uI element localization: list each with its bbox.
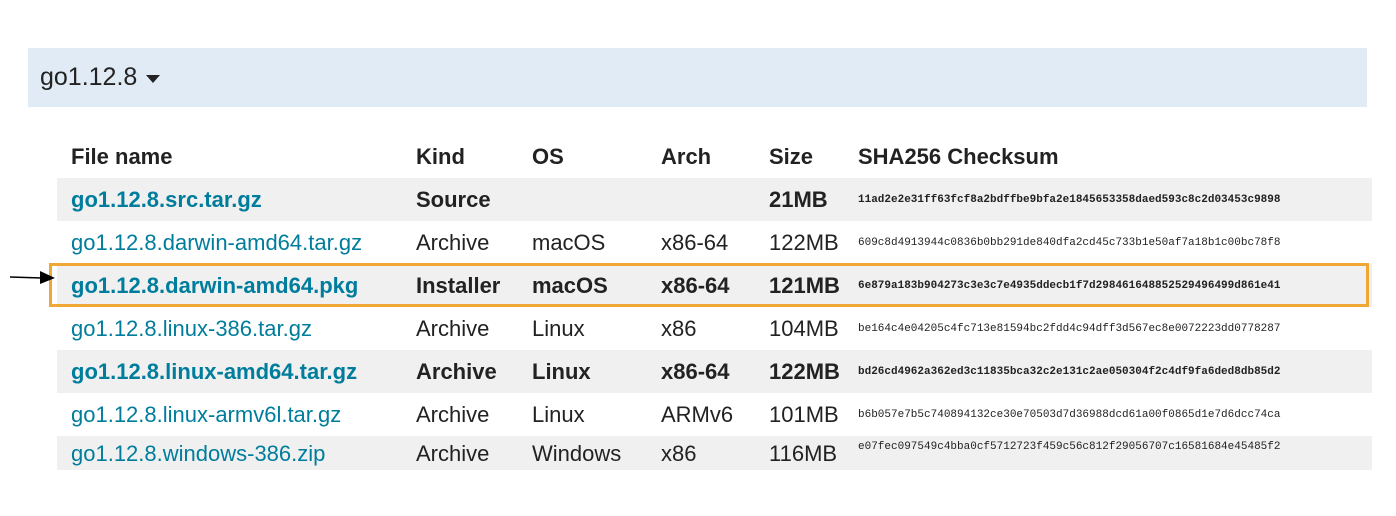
os-cell — [518, 178, 647, 221]
file-link[interactable]: go1.12.8.linux-amd64.tar.gz — [71, 359, 357, 384]
os-cell: macOS — [518, 264, 647, 307]
caret-down-icon — [146, 75, 161, 83]
file-cell: go1.12.8.darwin-amd64.tar.gz — [57, 221, 402, 264]
table-crop-edge — [0, 470, 1396, 516]
table-row: go1.12.8.darwin-amd64.pkg Installer macO… — [57, 264, 1372, 307]
table-row: go1.12.8.darwin-amd64.tar.gz Archive mac… — [57, 221, 1372, 264]
file-link[interactable]: go1.12.8.windows-386.zip — [71, 441, 325, 466]
version-title: go1.12.8 — [40, 63, 138, 91]
downloads-table: File name Kind OS Arch Size SHA256 Check… — [57, 136, 1372, 484]
file-cell: go1.12.8.linux-amd64.tar.gz — [57, 350, 402, 393]
kind-cell: Installer — [402, 264, 518, 307]
arch-cell — [647, 178, 755, 221]
file-cell: go1.12.8.darwin-amd64.pkg — [57, 264, 402, 307]
file-cell: go1.12.8.linux-armv6l.tar.gz — [57, 393, 402, 436]
table-row: go1.12.8.linux-armv6l.tar.gz Archive Lin… — [57, 393, 1372, 436]
file-cell: go1.12.8.linux-386.tar.gz — [57, 307, 402, 350]
kind-cell: Archive — [416, 401, 490, 427]
kind-cell: Archive — [402, 350, 518, 393]
size-cell: 101MB — [769, 401, 839, 427]
size-cell: 121MB — [755, 264, 858, 307]
kind-cell: Archive — [416, 315, 490, 341]
os-cell: Linux — [532, 315, 585, 341]
version-toggle[interactable]: go1.12.8 — [28, 48, 1367, 107]
size-cell: 21MB — [755, 178, 858, 221]
arch-cell: x86 — [661, 315, 697, 341]
sha256-cell: be164c4e04205c4fc713e81594bc2fdd4c94dff3… — [858, 322, 1281, 335]
header-kind: Kind — [416, 144, 465, 169]
header-sha256: SHA256 Checksum — [858, 144, 1059, 169]
file-link[interactable]: go1.12.8.src.tar.gz — [71, 187, 262, 212]
os-cell: Linux — [518, 350, 647, 393]
sha256-cell: b6b057e7b5c740894132ce30e70503d7d36988dc… — [858, 408, 1281, 421]
arch-cell: x86-64 — [661, 229, 729, 255]
size-cell: 104MB — [769, 315, 839, 341]
arch-cell: ARMv6 — [661, 401, 734, 427]
os-cell: macOS — [532, 229, 606, 255]
arch-cell: x86-64 — [647, 264, 755, 307]
arch-cell: x86-64 — [647, 350, 755, 393]
table-row: go1.12.8.linux-386.tar.gz Archive Linux … — [57, 307, 1372, 350]
table-row: go1.12.8.src.tar.gz Source 21MB 11ad2e2e… — [57, 178, 1372, 221]
file-link[interactable]: go1.12.8.darwin-amd64.tar.gz — [71, 230, 362, 255]
table-row: go1.12.8.linux-amd64.tar.gz Archive Linu… — [57, 350, 1372, 393]
sha256-cell: 6e879a183b904273c3e3c7e4935ddecb1f7d2984… — [858, 264, 1372, 307]
kind-cell: Source — [402, 178, 518, 221]
sha256-cell: bd26cd4962a362ed3c11835bca32c2e131c2ae05… — [858, 350, 1372, 393]
table-header-row: File name Kind OS Arch Size SHA256 Check… — [57, 136, 1372, 178]
os-cell: Linux — [532, 401, 585, 427]
header-size: Size — [769, 144, 814, 169]
size-cell: 122MB — [755, 350, 858, 393]
header-os: OS — [532, 144, 564, 169]
file-link[interactable]: go1.12.8.linux-armv6l.tar.gz — [71, 402, 341, 427]
sha256-cell: 609c8d4913944c0836b0bb291de840dfa2cd45c7… — [858, 236, 1281, 249]
file-cell: go1.12.8.src.tar.gz — [57, 178, 402, 221]
kind-cell: Archive — [416, 229, 490, 255]
size-cell: 122MB — [769, 229, 839, 255]
arrow-right-icon — [10, 271, 55, 284]
file-link[interactable]: go1.12.8.linux-386.tar.gz — [71, 316, 312, 341]
file-link[interactable]: go1.12.8.darwin-amd64.pkg — [71, 273, 358, 298]
sha256-cell: 11ad2e2e31ff63fcf8a2bdffbe9bfa2e18456533… — [858, 178, 1372, 221]
header-arch: Arch — [661, 144, 712, 169]
header-file-name: File name — [71, 144, 173, 169]
